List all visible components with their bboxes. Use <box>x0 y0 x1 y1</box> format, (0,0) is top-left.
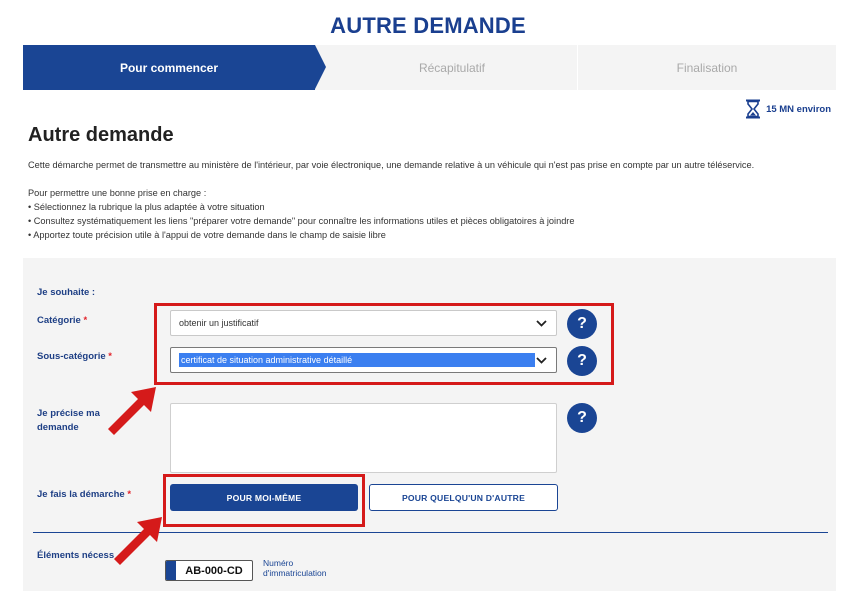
guidance-item: • Consultez systématiquement les liens "… <box>28 216 575 226</box>
details-help-button[interactable]: ? <box>567 403 597 433</box>
guidance-item: • Apportez toute précision utile à l'app… <box>28 230 386 240</box>
subcategory-label-text: Sous-catégorie <box>37 351 106 362</box>
for-whom-label: Je fais la démarche * <box>37 488 131 502</box>
details-label: Je précise ma demande <box>37 407 100 435</box>
duration-estimate: 15 MN environ <box>745 99 831 119</box>
step-finalisation: Finalisation <box>578 45 836 90</box>
step-recapitulatif: Récapitulatif <box>315 45 577 90</box>
progress-steps: Pour commencer Récapitulatif Finalisatio… <box>23 45 836 90</box>
category-label-text: Catégorie <box>37 315 81 326</box>
highlight-box-selects <box>154 303 614 385</box>
red-arrow-icon <box>108 387 156 435</box>
plate-caption-line: Numéro <box>263 558 294 568</box>
guidance-title: Pour permettre une bonne prise en charge… <box>28 188 207 198</box>
details-label-line: Je précise ma <box>37 408 100 419</box>
page-title: Autre demande <box>28 124 174 146</box>
required-mark: * <box>108 351 112 362</box>
required-mark: * <box>83 315 88 326</box>
plate-caption-line: d'immatriculation <box>263 568 327 578</box>
category-label: Catégorie * <box>37 314 87 328</box>
step-label: Pour commencer <box>119 60 219 75</box>
details-label-line: demande <box>37 422 79 433</box>
step-label: Finalisation <box>676 60 738 75</box>
guidance-block: Pour permettre une bonne prise en charge… <box>28 186 574 242</box>
page-heading: AUTRE DEMANDE <box>330 13 526 38</box>
duration-label: 15 MN environ <box>766 103 831 115</box>
details-textarea[interactable] <box>170 403 557 473</box>
hourglass-icon <box>745 99 761 119</box>
red-arrow-icon <box>114 517 162 565</box>
license-plate: AB-000-CD <box>165 560 253 581</box>
step-arrow <box>315 45 326 89</box>
subcategory-label: Sous-catégorie * <box>37 350 112 364</box>
guidance-item: • Sélectionnez la rubrique la plus adapt… <box>28 202 265 212</box>
plate-caption: Numéro d'immatriculation <box>263 558 343 578</box>
help-icon: ? <box>577 409 587 426</box>
for-someone-else-button[interactable]: POUR QUELQU'UN D'AUTRE <box>369 484 558 511</box>
form-intro-label: Je souhaite : <box>37 287 96 298</box>
for-whom-label-text: Je fais la démarche <box>37 489 125 500</box>
intro-text: Cette démarche permet de transmettre au … <box>28 160 755 170</box>
highlight-box-self-button <box>163 474 365 527</box>
plate-number: AB-000-CD <box>185 564 243 577</box>
required-mark: * <box>127 489 132 500</box>
step-label: Récapitulatif <box>418 60 486 75</box>
elements-label: Éléments nécess <box>37 550 115 561</box>
step-pour-commencer: Pour commencer <box>23 45 326 90</box>
